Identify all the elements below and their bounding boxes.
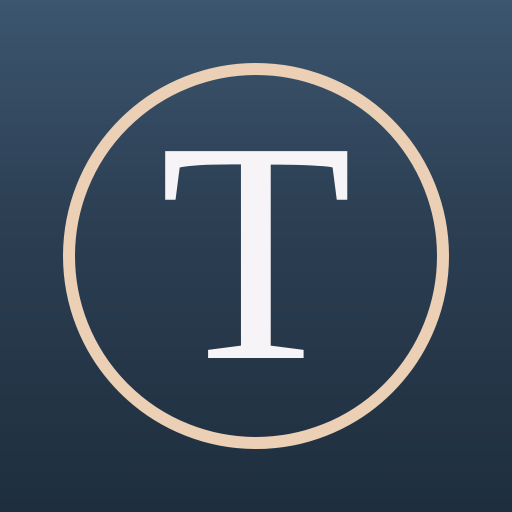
app-icon: T	[0, 0, 512, 512]
icon-letter: T	[159, 77, 353, 427]
